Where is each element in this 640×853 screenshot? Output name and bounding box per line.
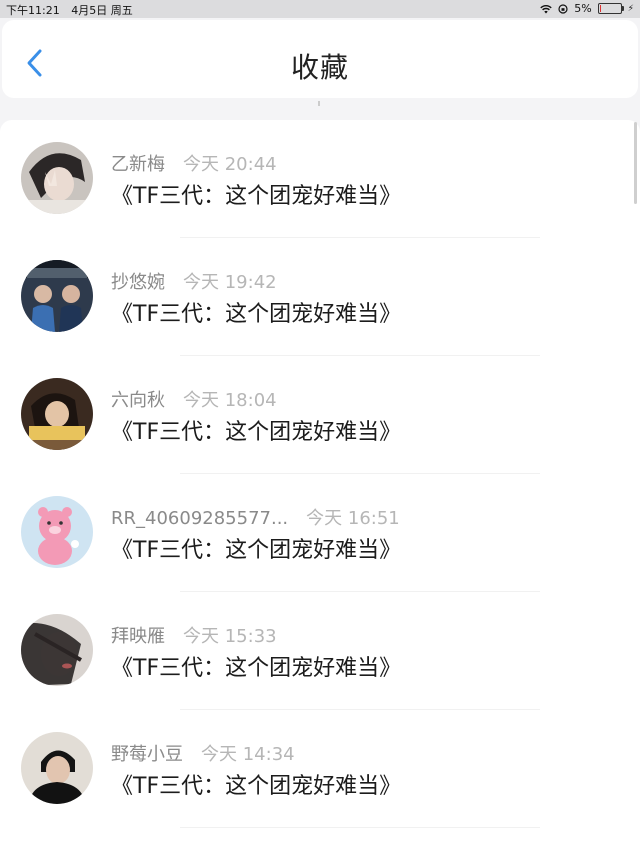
book-title[interactable]: 《TF三代：这个团宠好难当》 (111, 178, 401, 210)
user-name[interactable]: 拜映雁 (111, 626, 165, 647)
list-item[interactable]: 拜映雁 今天 15:33 《TF三代：这个团宠好难当》 (0, 592, 640, 710)
user-name[interactable]: 六向秋 (111, 390, 165, 411)
orientation-lock-icon (558, 3, 568, 14)
status-right: 5% ⚡ (540, 2, 634, 15)
status-time: 下午11:21 (6, 4, 60, 17)
book-title[interactable]: 《TF三代：这个团宠好难当》 (111, 650, 401, 682)
list-item[interactable]: 野莓小豆 今天 14:34 《TF三代：这个团宠好难当》 (0, 710, 640, 828)
timestamp: 今天 19:42 (183, 272, 277, 293)
status-date: 4月5日 周五 (71, 4, 133, 17)
divider (180, 827, 540, 828)
user-name[interactable]: RR_40609285577... (111, 508, 288, 529)
book-title[interactable]: 《TF三代：这个团宠好难当》 (111, 296, 401, 328)
avatar[interactable] (21, 614, 93, 686)
list-item[interactable]: 六向秋 今天 18:04 《TF三代：这个团宠好难当》 (0, 356, 640, 474)
timestamp: 今天 15:33 (183, 626, 277, 647)
user-name[interactable]: 抄悠婉 (111, 272, 165, 293)
avatar[interactable] (21, 260, 93, 332)
list-item[interactable]: 乙新梅 今天 20:44 《TF三代：这个团宠好难当》 (0, 120, 640, 238)
avatar[interactable] (21, 378, 93, 450)
user-name[interactable]: 野莓小豆 (111, 744, 183, 765)
avatar[interactable] (21, 732, 93, 804)
item-meta: 抄悠婉 今天 19:42 (111, 268, 277, 294)
item-meta: RR_40609285577... 今天 16:51 (111, 504, 400, 530)
wifi-icon (540, 4, 552, 13)
book-title[interactable]: 《TF三代：这个团宠好难当》 (111, 768, 401, 800)
pull-indicator (318, 101, 320, 106)
item-meta: 野莓小豆 今天 14:34 (111, 740, 295, 766)
timestamp: 今天 14:34 (201, 744, 295, 765)
status-bar: 下午11:21 4月5日 周五 5% ⚡ (0, 0, 640, 18)
book-title[interactable]: 《TF三代：这个团宠好难当》 (111, 532, 401, 564)
page-title: 收藏 (290, 51, 349, 84)
item-meta: 六向秋 今天 18:04 (111, 386, 277, 412)
avatar[interactable] (21, 496, 93, 568)
timestamp: 今天 16:51 (306, 508, 400, 529)
battery-percent: 5% (574, 2, 592, 15)
nav-header: 收藏 (2, 20, 638, 98)
list-item[interactable]: RR_40609285577... 今天 16:51 《TF三代：这个团宠好难当》 (0, 474, 640, 592)
timestamp: 今天 20:44 (183, 154, 277, 175)
timestamp: 今天 18:04 (183, 390, 277, 411)
avatar[interactable] (21, 142, 93, 214)
battery-icon (597, 3, 624, 14)
favorites-list[interactable]: 乙新梅 今天 20:44 《TF三代：这个团宠好难当》 抄悠婉 今天 19:42 《… (0, 120, 640, 853)
status-left: 下午11:21 4月5日 周五 (6, 2, 141, 18)
book-title[interactable]: 《TF三代：这个团宠好难当》 (111, 414, 401, 446)
user-name[interactable]: 乙新梅 (111, 154, 165, 175)
item-meta: 拜映雁 今天 15:33 (111, 622, 277, 648)
charging-icon: ⚡ (627, 3, 634, 14)
list-item[interactable]: 抄悠婉 今天 19:42 《TF三代：这个团宠好难当》 (0, 238, 640, 356)
item-meta: 乙新梅 今天 20:44 (111, 150, 277, 176)
